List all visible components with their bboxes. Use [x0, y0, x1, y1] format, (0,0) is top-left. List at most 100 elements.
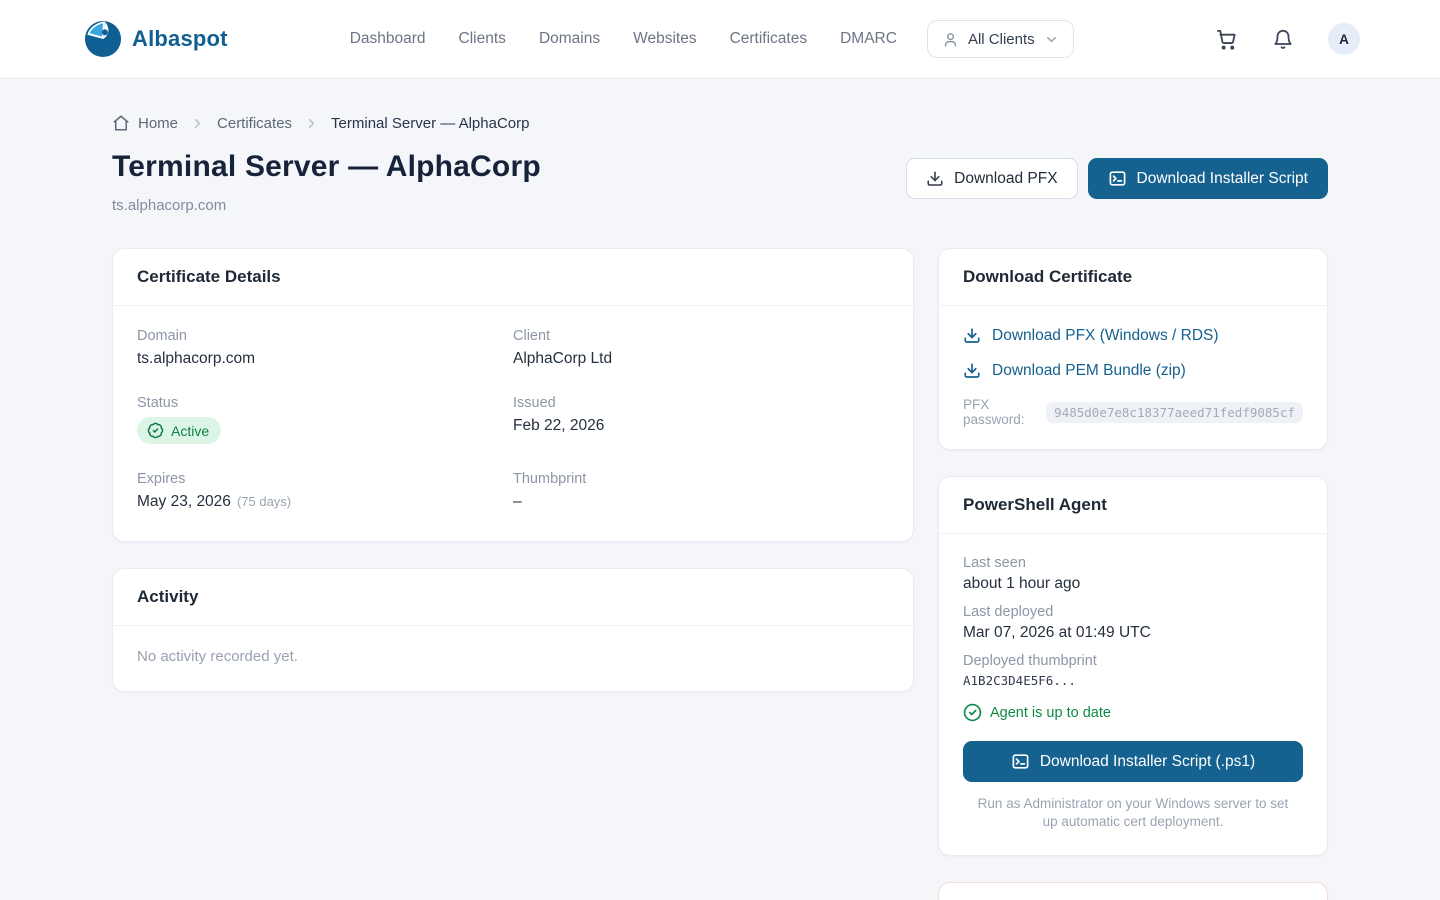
page-header-row: Terminal Server — AlphaCorp ts.alphacorp…: [112, 150, 1328, 214]
nav-item-domains[interactable]: Domains: [539, 30, 600, 48]
expires-days-note: (75 days): [237, 494, 291, 509]
field-value: A1B2C3D4E5F6...: [963, 673, 1303, 688]
certificate-details-card: Certificate Details Domain ts.alphacorp.…: [112, 248, 914, 542]
chevron-right-icon: [304, 116, 319, 131]
main-nav: Dashboard Clients Domains Websites Certi…: [350, 30, 897, 48]
topbar-icon-group: A: [1215, 23, 1360, 55]
download-pem-link[interactable]: Download PEM Bundle (zip): [963, 362, 1303, 380]
page-subtitle: ts.alphacorp.com: [112, 197, 541, 214]
nav-item-websites[interactable]: Websites: [633, 30, 696, 48]
brand-logo[interactable]: Albaspot: [84, 20, 228, 58]
right-column: Download Certificate Download PFX (Windo…: [938, 248, 1328, 900]
terminal-icon: [1108, 169, 1127, 188]
field-label: Last deployed: [963, 604, 1303, 620]
albaspot-logo-icon: [84, 20, 122, 58]
powershell-agent-body: Last seen about 1 hour ago Last deployed…: [939, 534, 1327, 855]
activity-card: Activity No activity recorded yet.: [112, 568, 914, 692]
agent-helper-text: Run as Administrator on your Windows ser…: [963, 795, 1303, 831]
field-value: AlphaCorp Ltd: [513, 350, 889, 368]
download-certificate-title: Download Certificate: [939, 249, 1327, 306]
breadcrumb-home[interactable]: Home: [112, 114, 178, 132]
circle-check-icon: [963, 703, 982, 722]
download-icon: [963, 327, 981, 345]
field-label: Thumbprint: [513, 471, 889, 487]
field-label: Expires: [137, 471, 513, 487]
field-label: Issued: [513, 395, 889, 411]
client-selector-dropdown[interactable]: All Clients: [927, 20, 1074, 58]
chevron-right-icon: [190, 116, 205, 131]
field-client: Client AlphaCorp Ltd: [513, 328, 889, 368]
field-thumbprint: Thumbprint –: [513, 471, 889, 511]
field-expires: Expires May 23, 2026 (75 days): [137, 471, 513, 511]
download-pfx-button[interactable]: Download PFX: [906, 158, 1077, 199]
field-value: Feb 22, 2026: [513, 417, 889, 435]
field-value: –: [513, 493, 889, 511]
content-grid: Certificate Details Domain ts.alphacorp.…: [112, 248, 1328, 900]
download-pfx-link-label: Download PFX (Windows / RDS): [992, 327, 1219, 345]
cart-icon: [1215, 28, 1238, 51]
bell-icon: [1272, 28, 1294, 50]
activity-title: Activity: [113, 569, 913, 626]
expires-date: May 23, 2026: [137, 493, 231, 510]
status-badge-label: Active: [171, 423, 209, 439]
field-value: May 23, 2026 (75 days): [137, 493, 513, 511]
nav-item-clients[interactable]: Clients: [459, 30, 506, 48]
agent-deployed-thumbprint: Deployed thumbprint A1B2C3D4E5F6...: [963, 653, 1303, 688]
field-issued: Issued Feb 22, 2026: [513, 395, 889, 444]
pfx-password-row: PFX password: 9485d0e7e8c18377aeed71fedf…: [963, 397, 1303, 427]
page-title: Terminal Server — AlphaCorp: [112, 150, 541, 184]
field-label: Domain: [137, 328, 513, 344]
field-value: ts.alphacorp.com: [137, 350, 513, 368]
agent-last-deployed: Last deployed Mar 07, 2026 at 01:49 UTC: [963, 604, 1303, 642]
cart-button[interactable]: [1215, 28, 1238, 51]
breadcrumb-certificates[interactable]: Certificates: [217, 115, 292, 132]
field-value: Mar 07, 2026 at 01:49 UTC: [963, 624, 1303, 642]
left-column: Certificate Details Domain ts.alphacorp.…: [112, 248, 914, 692]
user-avatar[interactable]: A: [1328, 23, 1360, 55]
terminal-icon: [1011, 752, 1030, 771]
status-badge: Active: [137, 417, 221, 444]
download-pfx-link[interactable]: Download PFX (Windows / RDS): [963, 327, 1303, 345]
download-installer-ps1-button[interactable]: Download Installer Script (.ps1): [963, 741, 1303, 782]
pfx-password-label: PFX password:: [963, 397, 1039, 427]
download-installer-script-button[interactable]: Download Installer Script: [1088, 158, 1328, 199]
download-pfx-label: Download PFX: [954, 170, 1057, 188]
home-icon: [112, 114, 130, 132]
page-actions: Download PFX Download Installer Script: [906, 158, 1328, 199]
agent-status-text: Agent is up to date: [990, 705, 1111, 721]
breadcrumb-home-label: Home: [138, 115, 178, 132]
field-label: Deployed thumbprint: [963, 653, 1303, 669]
brand-name: Albaspot: [132, 26, 228, 52]
download-certificate-card: Download Certificate Download PFX (Windo…: [938, 248, 1328, 450]
certificate-details-body: Domain ts.alphacorp.com Client AlphaCorp…: [113, 306, 913, 541]
nav-item-dashboard[interactable]: Dashboard: [350, 30, 426, 48]
chevron-down-icon: [1044, 32, 1059, 47]
activity-empty-state: No activity recorded yet.: [113, 626, 913, 691]
pfx-password-value: 9485d0e7e8c18377aeed71fedf9085cf: [1046, 402, 1303, 423]
nav-item-certificates[interactable]: Certificates: [730, 30, 808, 48]
download-pem-link-label: Download PEM Bundle (zip): [992, 362, 1186, 380]
download-installer-label: Download Installer Script: [1137, 170, 1308, 188]
download-icon: [926, 170, 944, 188]
breadcrumb-current: Terminal Server — AlphaCorp: [331, 115, 529, 132]
page-content: Home Certificates Terminal Server — Alph…: [112, 114, 1328, 900]
powershell-agent-card: PowerShell Agent Last seen about 1 hour …: [938, 476, 1328, 856]
notifications-button[interactable]: [1272, 28, 1294, 50]
field-label: Status: [137, 395, 513, 411]
client-selector-value: All Clients: [968, 31, 1035, 48]
powershell-agent-title: PowerShell Agent: [939, 477, 1327, 534]
field-status: Status Active: [137, 395, 513, 444]
agent-last-seen: Last seen about 1 hour ago: [963, 555, 1303, 593]
breadcrumb: Home Certificates Terminal Server — Alph…: [112, 114, 1328, 132]
field-domain: Domain ts.alphacorp.com: [137, 328, 513, 368]
download-installer-ps1-label: Download Installer Script (.ps1): [1040, 753, 1255, 771]
download-icon: [963, 362, 981, 380]
download-certificate-body: Download PFX (Windows / RDS) Download PE…: [939, 306, 1327, 449]
danger-zone-card: Danger Zone: [938, 882, 1328, 900]
nav-item-dmarc[interactable]: DMARC: [840, 30, 897, 48]
field-label: Last seen: [963, 555, 1303, 571]
field-label: Client: [513, 328, 889, 344]
certificate-details-title: Certificate Details: [113, 249, 913, 306]
field-value: about 1 hour ago: [963, 575, 1303, 593]
danger-zone-title: Danger Zone: [939, 883, 1327, 900]
